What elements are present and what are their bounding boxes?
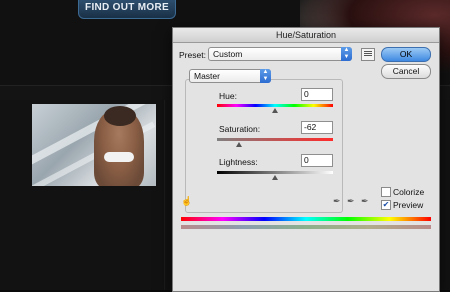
dialog-title: Hue/Saturation <box>173 28 439 43</box>
preset-select[interactable]: Custom ▲ ▼ <box>208 47 352 61</box>
hue-slider-track <box>217 104 333 107</box>
saturation-slider-track <box>217 138 333 141</box>
cancel-button[interactable]: Cancel <box>381 64 431 79</box>
preset-label: Preset: <box>179 50 206 60</box>
input-hue-bar <box>181 217 431 221</box>
lightness-label: Lightness: <box>219 157 258 167</box>
photo-thumbnail <box>32 104 156 186</box>
eyedropper-icon[interactable]: ✒ <box>333 196 341 207</box>
preset-options-icon[interactable] <box>361 48 375 61</box>
select-arrows-icon: ▲ ▼ <box>260 69 271 83</box>
saturation-label: Saturation: <box>219 124 261 134</box>
preset-value: Custom <box>213 49 243 59</box>
hand-adjust-icon[interactable]: ☝ <box>181 196 192 207</box>
colorize-label: Colorize <box>393 187 425 197</box>
ok-button[interactable]: OK <box>381 47 431 62</box>
find-out-more-button[interactable]: FIND OUT MORE <box>78 0 176 19</box>
hue-slider-thumb[interactable] <box>272 108 278 113</box>
lightness-input[interactable]: 0 <box>301 154 333 167</box>
channel-select[interactable]: Master ▲ ▼ <box>189 69 271 83</box>
colorize-checkbox[interactable] <box>381 187 391 197</box>
lightness-slider-thumb[interactable] <box>272 175 278 180</box>
eyedropper-minus-icon[interactable]: ✒ <box>361 196 369 207</box>
lightness-slider-track <box>217 171 333 174</box>
eyedropper-plus-icon[interactable]: ✒ <box>347 196 355 207</box>
hue-input[interactable]: 0 <box>301 88 333 101</box>
saturation-slider-thumb[interactable] <box>236 142 243 147</box>
saturation-input[interactable]: -62 <box>301 121 333 134</box>
hue-label: Hue: <box>219 91 237 101</box>
output-hue-bar <box>181 225 431 229</box>
select-arrows-icon: ▲ ▼ <box>341 47 352 61</box>
channel-value: Master <box>194 71 220 81</box>
preview-checkbox[interactable]: ✔ <box>381 200 391 210</box>
hue-saturation-dialog: Hue/Saturation Preset: Custom ▲ ▼ OK Canc… <box>172 27 440 292</box>
preview-label: Preview <box>393 200 424 210</box>
